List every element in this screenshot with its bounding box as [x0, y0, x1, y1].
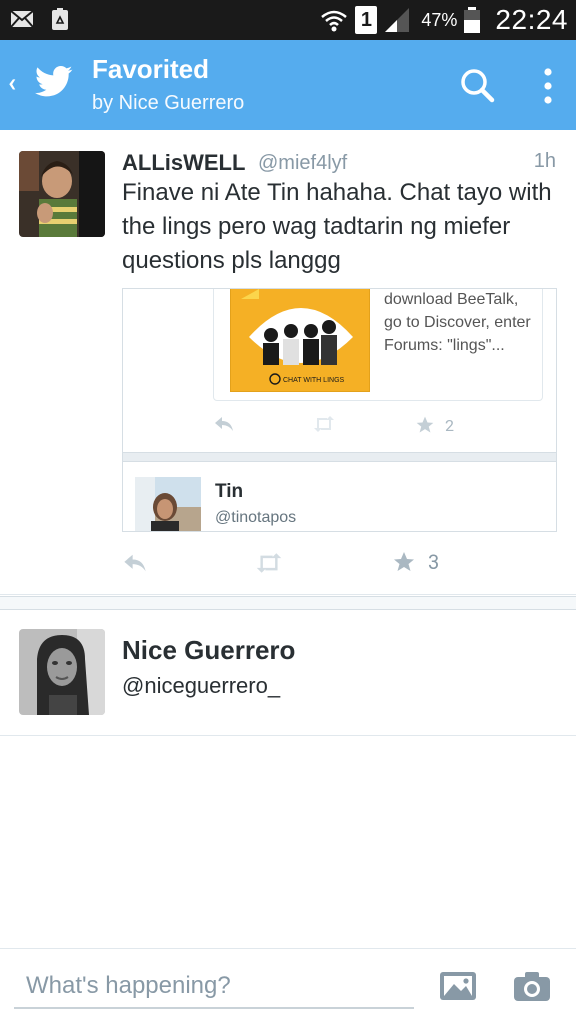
recycle-battery-icon [52, 8, 68, 30]
signal-icon [385, 8, 410, 32]
quoted-tweet-card[interactable]: CHAT WITH LINGS download BeeTalk, go to … [122, 288, 557, 532]
status-left-icons [10, 7, 72, 31]
photo-icon[interactable] [438, 969, 478, 1003]
mail-icon [10, 10, 34, 28]
tweet-timestamp: 1h [533, 150, 556, 172]
inner-media-card[interactable]: CHAT WITH LINGS download BeeTalk, go to … [213, 289, 543, 401]
wifi-icon [321, 10, 348, 32]
chevron-left-icon[interactable]: ‹ [8, 68, 16, 98]
battery-percent: 47% [421, 9, 458, 30]
compose-input[interactable] [14, 965, 414, 1009]
quoted-user-handle[interactable]: @tinotapos [215, 509, 296, 527]
page-subtitle: by Nice Guerrero [92, 92, 245, 114]
inner-card-text: download BeeTalk, go to Discover, enter … [384, 291, 531, 354]
retweet-icon[interactable] [254, 552, 284, 574]
sim-1-icon: 1 [355, 6, 378, 34]
app-bar: ‹ Favorited by Nice Guerrero [0, 40, 576, 130]
card-divider [123, 452, 556, 462]
child-photo-avatar [19, 151, 105, 237]
avatar[interactable] [135, 477, 201, 531]
search-icon[interactable] [456, 64, 500, 108]
overflow-menu-icon[interactable] [534, 64, 562, 108]
retweet-icon[interactable] [313, 415, 335, 433]
twitter-bird-icon[interactable] [34, 62, 74, 102]
star-icon [416, 416, 434, 433]
battery-icon [464, 7, 481, 33]
user-card[interactable]: Nice Guerrero @niceguerrero_ [0, 611, 576, 736]
user-handle[interactable]: @niceguerrero_ [122, 673, 280, 699]
status-right-icons: 1 47% 22:24 [319, 4, 568, 36]
star-icon [394, 552, 414, 571]
section-divider [0, 596, 576, 610]
tweet-composer [0, 948, 576, 1024]
tweet[interactable]: ALLisWELL @mief4lyf 1h Finave ni Ate Tin… [0, 130, 576, 595]
tweet-text: Finave ni Ate Tin hahaha. Chat tayo with… [122, 179, 552, 274]
tweet-author-handle[interactable]: @mief4lyf [258, 152, 347, 175]
page-title: Favorited [92, 54, 210, 84]
clock: 22:24 [495, 4, 568, 35]
reply-icon[interactable] [213, 415, 235, 433]
tin-photo-avatar [135, 477, 201, 531]
inner-action-bar: 2 [213, 415, 543, 439]
inner-favorite[interactable]: 2 [415, 415, 454, 435]
quoted-user-name[interactable]: Tin [215, 481, 243, 503]
image-caption: CHAT WITH LINGS [283, 377, 345, 384]
avatar[interactable] [19, 151, 105, 237]
favorite-count: 3 [428, 550, 440, 574]
favorite-button[interactable]: 3 [392, 550, 439, 574]
inner-favorite-count: 2 [445, 415, 454, 435]
status-bar: 1 47% 22:24 [0, 0, 576, 40]
avatar[interactable] [19, 629, 105, 715]
camera-icon[interactable] [512, 969, 552, 1003]
reply-icon[interactable] [122, 552, 148, 574]
tweet-author-name[interactable]: ALLisWELL [122, 150, 245, 176]
beetalk-lings-image[interactable]: CHAT WITH LINGS [230, 289, 370, 392]
user-name[interactable]: Nice Guerrero [122, 635, 295, 666]
tweet-action-bar: 3 [122, 550, 542, 580]
nice-guerrero-photo-avatar [19, 629, 105, 715]
lings-promo-graphic: CHAT WITH LINGS [231, 289, 369, 391]
